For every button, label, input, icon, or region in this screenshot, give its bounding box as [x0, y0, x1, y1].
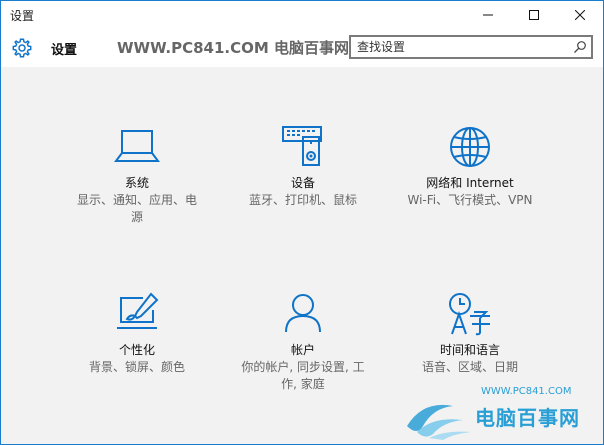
- tile-personalization[interactable]: 个性化 背景、锁屏、颜色: [57, 292, 217, 376]
- tile-time-language-desc: 语音、区域、日期: [390, 359, 550, 376]
- settings-header: 设置 WWW.PC841.COM 电脑百事网: [1, 29, 603, 67]
- tile-network-desc-line1: Wi-Fi、飞行模式、VPN: [407, 193, 533, 207]
- tile-network-desc: Wi-Fi、飞行模式、VPN: [390, 192, 550, 209]
- site-watermark: WWW.PC841.COM 电脑百事网: [117, 39, 350, 57]
- tile-time-language-name: 时间和语言: [439, 343, 500, 357]
- window-title: 设置: [10, 9, 35, 23]
- tile-system[interactable]: 系统 显示、通知、应用、电 源: [57, 125, 217, 226]
- minimize-icon: [483, 14, 493, 16]
- tile-personalization-name: 个性化: [118, 343, 155, 357]
- tile-time-language-desc-line1: 语音、区域、日期: [421, 360, 518, 374]
- minimize-button[interactable]: [465, 1, 511, 29]
- search-icon[interactable]: [573, 40, 587, 54]
- logo-text: 电脑百事网: [475, 406, 580, 430]
- close-button[interactable]: [557, 1, 603, 29]
- tile-personalization-desc-line1: 背景、锁屏、颜色: [88, 360, 185, 374]
- devices-icon: [282, 126, 322, 166]
- search-input[interactable]: [351, 37, 569, 57]
- maximize-icon: [529, 10, 539, 20]
- close-icon: [575, 10, 585, 20]
- tile-time-language[interactable]: 时间和语言 语音、区域、日期: [390, 292, 550, 376]
- laptop-icon: [114, 130, 160, 162]
- logo-swoosh-icon: [407, 404, 471, 440]
- tile-devices-desc-line1: 蓝牙、打印机、鼠标: [248, 193, 357, 207]
- tile-accounts-desc: 你的帐户, 同步设置, 工 作, 家庭: [223, 359, 383, 393]
- personalization-icon: [117, 292, 159, 329]
- tile-accounts-desc-line1: 你的帐户, 同步设置, 工: [241, 360, 365, 374]
- tile-accounts[interactable]: 帐户 你的帐户, 同步设置, 工 作, 家庭: [223, 292, 383, 393]
- tile-accounts-name: 帐户: [290, 343, 315, 357]
- globe-icon: [450, 127, 490, 167]
- tile-network[interactable]: 网络和 Internet Wi-Fi、飞行模式、VPN: [390, 125, 550, 209]
- gear-icon[interactable]: [11, 37, 33, 59]
- tile-accounts-desc-line2: 作, 家庭: [281, 377, 325, 391]
- tile-system-desc-line2: 源: [130, 210, 143, 224]
- search-box[interactable]: [349, 35, 593, 59]
- tile-system-desc: 显示、通知、应用、电 源: [57, 192, 217, 226]
- tile-network-name: 网络和 Internet: [426, 176, 514, 190]
- time-language-icon: [449, 293, 490, 336]
- tile-devices-desc: 蓝牙、打印机、鼠标: [223, 192, 383, 209]
- tile-devices-name: 设备: [290, 176, 315, 190]
- tile-devices[interactable]: 设备 蓝牙、打印机、鼠标: [223, 125, 383, 209]
- person-icon: [285, 294, 321, 333]
- tile-personalization-desc: 背景、锁屏、颜色: [57, 359, 217, 376]
- tile-system-name: 系统: [124, 176, 149, 190]
- maximize-button[interactable]: [511, 1, 557, 29]
- title-bar[interactable]: 设置: [1, 1, 603, 29]
- settings-window: 设置 设置 WWW.PC841.COM 电脑百事网 查找设置 系统 显示、通知、…: [0, 0, 604, 445]
- tile-system-desc-line1: 显示、通知、应用、电: [76, 193, 197, 207]
- logo-url: WWW.PC841.COM: [481, 386, 572, 397]
- page-title: 设置: [51, 43, 78, 58]
- logo-watermark: WWW.PC841.COM 电脑百事网: [403, 386, 603, 444]
